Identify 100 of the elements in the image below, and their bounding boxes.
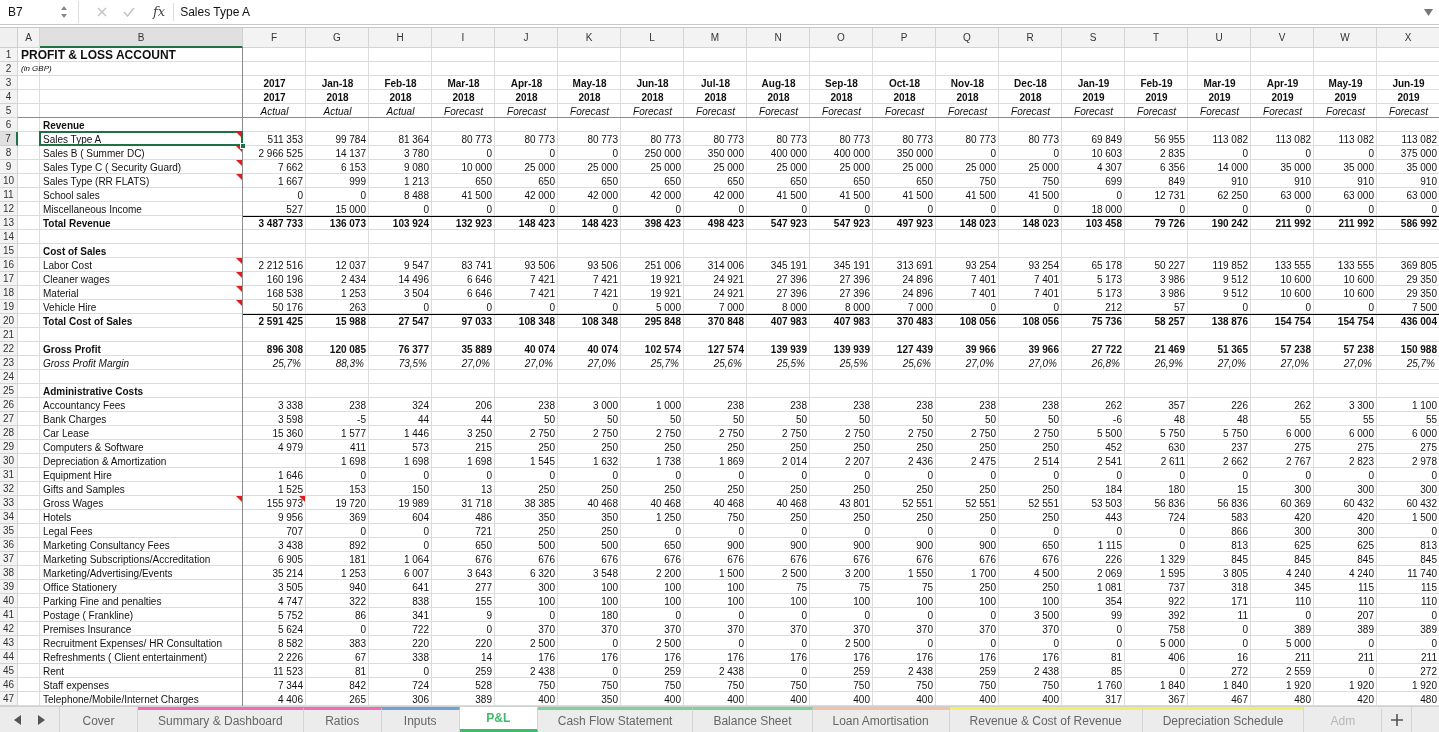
row-header[interactable]: 4 (0, 90, 18, 104)
row-header[interactable]: 16 (0, 258, 18, 272)
row-header[interactable]: 40 (0, 594, 18, 608)
row-header[interactable]: 35 (0, 524, 18, 538)
row-header[interactable]: 32 (0, 482, 18, 496)
table-cell-text: 0 (864, 468, 870, 483)
column-header[interactable]: R (999, 28, 1062, 48)
row-header[interactable]: 13 (0, 216, 18, 230)
row-header[interactable]: 8 (0, 146, 18, 160)
row-header[interactable]: 34 (0, 510, 18, 524)
row-header[interactable]: 2 (0, 62, 18, 76)
table-cell-text: Depreciation & Amortization (43, 454, 167, 469)
row-header[interactable]: 24 (0, 370, 18, 384)
table-cell-text: Gifts and Samples (43, 482, 125, 497)
row-header[interactable]: 27 (0, 412, 18, 426)
sheet-tab[interactable]: Depreciation Schedule (1142, 707, 1305, 732)
table-cell-text: 2 475 (970, 454, 996, 469)
column-header[interactable]: M (684, 28, 747, 48)
row-header[interactable]: 1 (0, 48, 18, 62)
row-header[interactable]: 18 (0, 286, 18, 300)
row-header[interactable]: 42 (0, 622, 18, 636)
row-header[interactable]: 5 (0, 104, 18, 118)
column-header[interactable]: V (1251, 28, 1314, 48)
row-header[interactable]: 30 (0, 454, 18, 468)
sheet-tab[interactable]: Balance Sheet (693, 707, 813, 732)
column-header[interactable]: P (873, 28, 936, 48)
row-header[interactable]: 37 (0, 552, 18, 566)
row-header[interactable]: 10 (0, 174, 18, 188)
row-header[interactable]: 44 (0, 650, 18, 664)
previous-sheet-button[interactable] (12, 713, 23, 726)
column-header[interactable]: T (1125, 28, 1188, 48)
column-header[interactable]: F (243, 28, 306, 48)
row-header[interactable]: 12 (0, 202, 18, 216)
row-header[interactable]: 45 (0, 664, 18, 678)
row-header[interactable]: 23 (0, 356, 18, 370)
dropdown-caret-icon[interactable] (1424, 8, 1433, 16)
row-header[interactable]: 25 (0, 384, 18, 398)
column-header[interactable]: N (747, 28, 810, 48)
row-header[interactable]: 20 (0, 314, 18, 328)
row-header[interactable]: 41 (0, 608, 18, 622)
row-header[interactable]: 28 (0, 426, 18, 440)
column-header[interactable]: J (495, 28, 558, 48)
row-header[interactable]: 47 (0, 692, 18, 706)
table-cell-text: 2 591 425 (258, 314, 303, 329)
column-header[interactable]: H (369, 28, 432, 48)
table-cell-text: 5 173 (1096, 286, 1122, 301)
row-header[interactable]: 26 (0, 398, 18, 412)
column-header[interactable]: A (18, 28, 40, 48)
name-box[interactable]: B7 (0, 0, 60, 24)
column-header[interactable]: B (40, 28, 243, 48)
table-cell-text: 400 (979, 692, 996, 707)
row-header[interactable]: 3 (0, 76, 18, 90)
table-cell-text: 153 (349, 482, 366, 497)
sheet-tab[interactable]: Cash Flow Statement (537, 707, 694, 732)
column-header[interactable]: I (432, 28, 495, 48)
cell-selection[interactable] (39, 131, 243, 146)
formula-field[interactable]: Sales Type A (174, 0, 1424, 24)
sheet-tab[interactable]: Cover (60, 707, 138, 732)
fill-handle[interactable] (240, 143, 246, 149)
sheet-tab[interactable]: Loan Amortisation (812, 707, 950, 732)
table-cell-text: 4 240 (1348, 566, 1374, 581)
row-header[interactable]: 36 (0, 538, 18, 552)
row-header[interactable]: 6 (0, 118, 18, 132)
row-header[interactable]: 22 (0, 342, 18, 356)
column-header[interactable]: Q (936, 28, 999, 48)
row-header[interactable]: 46 (0, 678, 18, 692)
row-header[interactable]: 29 (0, 440, 18, 454)
row-header[interactable]: 15 (0, 244, 18, 258)
table-cell-text: Sales Type A (43, 132, 102, 147)
row-header[interactable]: 19 (0, 300, 18, 314)
row-header[interactable]: 11 (0, 188, 18, 202)
next-sheet-button[interactable] (36, 713, 47, 726)
table-cell-text: 97 033 (461, 314, 492, 329)
row-header[interactable]: 33 (0, 496, 18, 510)
row-header[interactable]: 17 (0, 272, 18, 286)
column-header[interactable]: L (621, 28, 684, 48)
row-header[interactable]: 43 (0, 636, 18, 650)
stepper-icon[interactable] (60, 5, 68, 19)
column-header[interactable]: W (1314, 28, 1377, 48)
row-header[interactable]: 7 (0, 132, 18, 146)
column-header[interactable]: U (1188, 28, 1251, 48)
column-header[interactable]: X (1377, 28, 1439, 48)
row-header[interactable]: 14 (0, 230, 18, 244)
row-header[interactable]: 21 (0, 328, 18, 342)
column-header[interactable]: O (810, 28, 873, 48)
check-icon[interactable] (123, 7, 135, 17)
column-header[interactable]: G (306, 28, 369, 48)
insert-function-button[interactable]: fx (153, 2, 166, 22)
row-header[interactable]: 31 (0, 468, 18, 482)
table-cell-text: 11 (1237, 608, 1248, 623)
column-header[interactable]: S (1062, 28, 1125, 48)
row-header[interactable]: 39 (0, 580, 18, 594)
sheet-tab[interactable]: Revenue & Cost of Revenue (949, 707, 1143, 732)
table-cell-text: 250 (1042, 580, 1059, 595)
table-cell-text: 0 (1305, 202, 1311, 217)
column-header[interactable]: K (558, 28, 621, 48)
row-header[interactable]: 9 (0, 160, 18, 174)
row-header[interactable]: 38 (0, 566, 18, 580)
sheet-tab[interactable]: Ratios (303, 707, 382, 732)
sheet-tab[interactable]: Summary & Dashboard (138, 707, 304, 732)
